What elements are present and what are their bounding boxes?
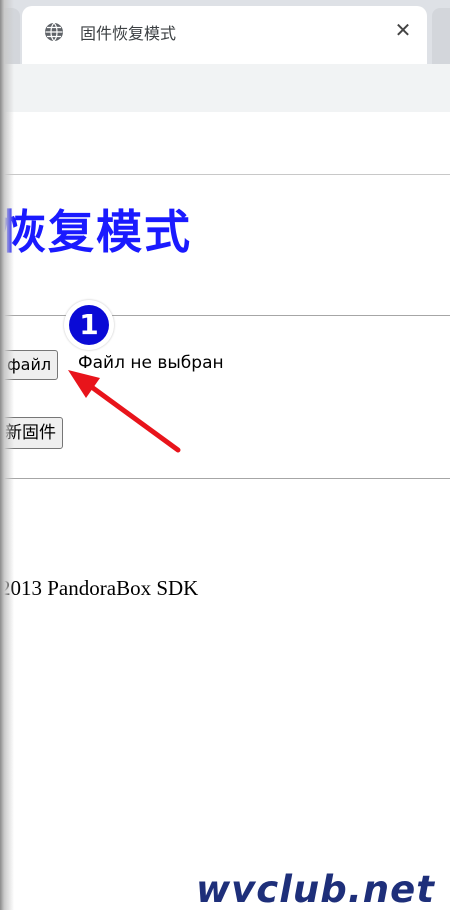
close-icon[interactable]: ✕: [391, 18, 415, 42]
flash-firmware-button[interactable]: 新固件: [0, 417, 63, 449]
browser-tab-strip: 固件恢复模式 ✕: [0, 0, 450, 64]
red-arrow-icon: [68, 370, 181, 453]
divider-bottom: [0, 478, 450, 479]
browser-tab-active[interactable]: 固件恢复模式 ✕: [22, 6, 427, 64]
browser-toolbar: [0, 64, 450, 112]
step-badge: 1: [64, 300, 114, 350]
choose-file-button[interactable]: файл: [0, 350, 59, 380]
watermark-logo: wvclub.net: [196, 868, 435, 911]
tab-title: 固件恢复模式: [80, 24, 177, 43]
step-number: 1: [69, 305, 109, 345]
inactive-tab-right[interactable]: [432, 8, 450, 64]
footer-copyright: 2013 PandoraBox SDK: [0, 576, 199, 600]
globe-icon: [45, 22, 63, 42]
page-top-bar: [0, 112, 450, 175]
page-title: 恢复模式: [0, 205, 192, 259]
inactive-tab-left[interactable]: [0, 8, 20, 64]
